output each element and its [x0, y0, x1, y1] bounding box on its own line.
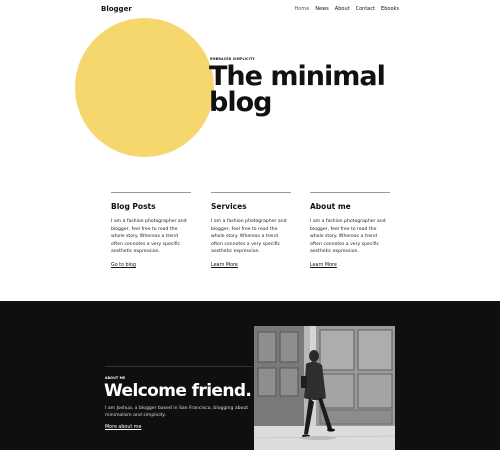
column-text: I am a fashion photographer and blogger,… [310, 219, 386, 254]
nav-item-about[interactable]: About [335, 6, 350, 12]
column-blog-posts: Blog Posts I am a fashion photographer a… [111, 192, 191, 268]
column-services: Services I am a fashion photographer and… [211, 192, 291, 268]
column-divider [111, 192, 191, 193]
about-divider [105, 366, 253, 367]
hero-title-line2: blog [209, 87, 272, 118]
column-divider [310, 192, 390, 193]
learn-more-services-link[interactable]: Learn More [211, 263, 238, 268]
site-logo[interactable]: Blogger [101, 5, 132, 13]
about-text: I am Joshua, a blogger based in San Fran… [105, 406, 249, 418]
street-photo-image [254, 326, 395, 450]
go-to-blog-link[interactable]: Go to blog [111, 263, 136, 268]
about-section: ABOUT ME Welcome friend. I am Joshua, a … [0, 301, 500, 450]
column-text: I am a fashion photographer and blogger,… [211, 219, 287, 254]
column-about-me: About me I am a fashion photographer and… [310, 192, 390, 268]
column-text: I am a fashion photographer and blogger,… [111, 219, 187, 254]
hero-yellow-circle [75, 18, 214, 157]
about-eyebrow: ABOUT ME [105, 376, 126, 380]
column-title: About me [310, 202, 351, 211]
nav-item-ebooks[interactable]: Ebooks [381, 6, 399, 12]
hero-title: The minimal blog [209, 63, 409, 118]
nav-item-news[interactable]: News [315, 6, 329, 12]
column-title: Blog Posts [111, 202, 156, 211]
nav-item-contact[interactable]: Contact [356, 6, 375, 12]
more-about-me-link[interactable]: More about me [105, 425, 141, 430]
site-header: Blogger Home News About Contact Ebooks [0, 0, 500, 18]
nav-item-home[interactable]: Home [295, 6, 310, 12]
about-title: Welcome friend. [104, 381, 252, 401]
street-photo [254, 326, 395, 450]
column-title: Services [211, 202, 247, 211]
column-divider [211, 192, 291, 193]
main-nav: Home News About Contact Ebooks [295, 6, 399, 12]
learn-more-about-link[interactable]: Learn More [310, 263, 337, 268]
